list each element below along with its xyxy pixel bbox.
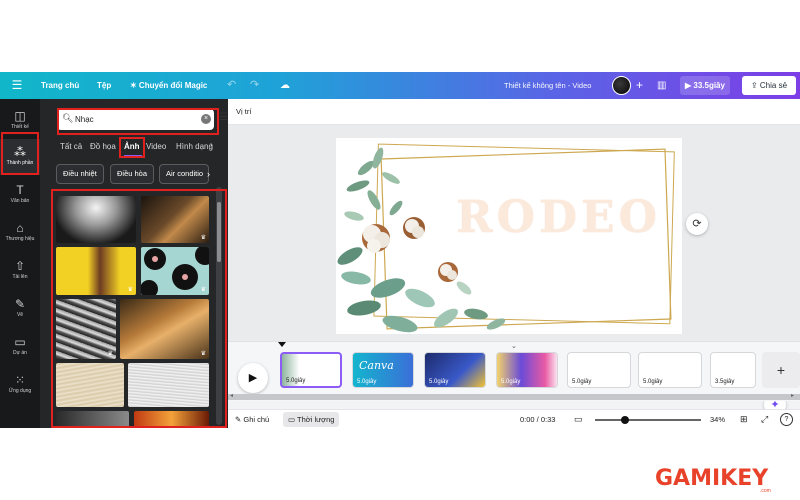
- bottom-bar: ✎ Ghi chú ▭ Thời lượng 0:00 / 0:33 ▭ 34%…: [228, 409, 800, 428]
- timeline-scrollbar[interactable]: ◂ ▸: [228, 392, 800, 400]
- insights-icon[interactable]: ▥: [657, 72, 666, 99]
- rail-label: Dự án: [13, 350, 27, 356]
- page-duration: 5.0giây: [429, 379, 449, 385]
- rail-item-apps[interactable]: ⁙ Ứng dụng: [0, 367, 40, 403]
- rail-label: Tải lên: [12, 274, 28, 280]
- chip-suggestion-3[interactable]: Air conditio: [159, 164, 209, 184]
- rail-item-draw[interactable]: ✎ Vẽ: [0, 291, 40, 327]
- timeline-page-4[interactable]: 5.0giây: [496, 352, 558, 388]
- chip-suggestion-1[interactable]: Điều nhiệt: [56, 164, 104, 184]
- refresh-icon[interactable]: ⟳: [686, 213, 708, 235]
- rail-label: Thương hiệu: [5, 236, 35, 242]
- timeline-page-5[interactable]: 5.0giây: [567, 352, 631, 388]
- scroll-left-icon[interactable]: ◂: [230, 392, 233, 399]
- gamikey-logo: GAMIKEY: [655, 466, 769, 491]
- filter-icon[interactable]: ☰: [219, 112, 228, 123]
- hamburger-icon[interactable]: ☰: [10, 72, 24, 99]
- share-button[interactable]: ⇪ Chia sẻ: [742, 76, 796, 95]
- editor-window: ☰ Trang chủ Tệp ✶ Chuyển đổi Magic ↶ ↷ ☁…: [0, 72, 800, 428]
- timeline: ⌄ ▶ 5.0giây Canva 5.0giây 5.0giây 5.0giâ…: [228, 341, 800, 401]
- gamikey-logo-domain: .com: [760, 488, 771, 494]
- thumb-canva-text: Canva: [359, 359, 394, 372]
- share-label: Chia sẻ: [759, 81, 788, 90]
- highlight-box-results: [51, 189, 227, 428]
- highlight-box-elements: [1, 132, 39, 175]
- home-link[interactable]: Trang chủ: [41, 72, 79, 99]
- chevron-right-icon[interactable]: ›: [207, 169, 210, 179]
- top-bar: ☰ Trang chủ Tệp ✶ Chuyển đổi Magic ↶ ↷ ☁…: [0, 72, 800, 99]
- canvas-stage: RODEO: [228, 125, 800, 341]
- timeline-page-7[interactable]: 3.5giây: [710, 352, 756, 388]
- page-duration: 5.0giây: [572, 379, 592, 385]
- highlight-box-search: [57, 108, 219, 135]
- upload-icon: ⇧: [14, 259, 26, 273]
- scroll-right-icon[interactable]: ▸: [791, 392, 794, 399]
- highlight-box-tab: [119, 137, 145, 158]
- magic-switch-button[interactable]: ✶ Chuyển đổi Magic: [130, 72, 207, 99]
- notes-label: Ghi chú: [243, 415, 270, 424]
- rail-label: Vẽ: [16, 312, 24, 318]
- tab-videos[interactable]: Video: [146, 141, 166, 153]
- chevron-right-icon[interactable]: ›: [210, 140, 213, 149]
- grid-view-icon[interactable]: ⊞: [740, 410, 748, 428]
- page-duration: 5.0giây: [357, 379, 377, 385]
- page-duration: 5.0giây: [286, 378, 306, 384]
- rail-item-projects[interactable]: ▭ Dự án: [0, 329, 40, 365]
- timeline-page-6[interactable]: 5.0giây: [638, 352, 702, 388]
- page-duration: 5.0giây: [643, 379, 663, 385]
- apps-icon: ⁙: [14, 373, 26, 387]
- duration-button[interactable]: ▭ Thời lượng: [283, 412, 340, 427]
- zoom-slider[interactable]: [595, 419, 701, 421]
- draw-icon: ✎: [14, 297, 26, 311]
- rail-label: Văn bản: [10, 198, 30, 204]
- folder-icon: ▭: [14, 335, 26, 349]
- text-icon: T: [16, 183, 24, 197]
- play-button[interactable]: ▶: [238, 363, 268, 393]
- page-duration: 5.0giây: [501, 379, 521, 385]
- undo-icon[interactable]: ↶: [227, 72, 236, 99]
- rail-item-text[interactable]: T Văn bản: [0, 177, 40, 213]
- avatar[interactable]: [612, 76, 631, 95]
- notes-button[interactable]: ✎ Ghi chú: [235, 410, 269, 428]
- rail-label: Thiết kế: [11, 124, 29, 130]
- rail-item-uploads[interactable]: ⇧ Tải lên: [0, 253, 40, 289]
- page-duration: 3.5giây: [715, 379, 735, 385]
- position-bar: Vị trí: [228, 99, 800, 125]
- display-mode-icon[interactable]: ▭: [574, 410, 583, 428]
- slide-canvas[interactable]: RODEO: [336, 138, 682, 334]
- brand-icon: ⌂: [16, 221, 24, 235]
- timeline-page-1[interactable]: 5.0giây: [280, 352, 342, 388]
- cloud-save-icon[interactable]: ☁: [280, 72, 290, 99]
- duration-label: Thời lượng: [297, 415, 335, 424]
- fullscreen-icon[interactable]: ⤢: [761, 410, 768, 428]
- tab-graphics[interactable]: Đồ họa: [90, 141, 116, 153]
- redo-icon[interactable]: ↷: [250, 72, 259, 99]
- playhead[interactable]: [278, 342, 286, 347]
- playback-time: 0:00 / 0:33: [520, 415, 556, 424]
- present-button[interactable]: ▶ 33.5giây: [680, 76, 730, 95]
- layout-icon: ◫: [14, 109, 26, 123]
- timeline-page-2[interactable]: Canva 5.0giây: [352, 352, 414, 388]
- timeline-page-3[interactable]: 5.0giây: [424, 352, 486, 388]
- slide-heading-text[interactable]: RODEO: [456, 192, 661, 243]
- chevron-down-icon[interactable]: ⌄: [511, 342, 517, 350]
- chip-suggestion-2[interactable]: Điều hòa: [110, 164, 155, 184]
- zoom-slider-handle[interactable]: [620, 416, 629, 424]
- add-page-button[interactable]: +: [762, 352, 800, 388]
- add-collaborator-button[interactable]: +: [636, 72, 643, 99]
- tab-all[interactable]: Tất cả: [60, 141, 82, 153]
- position-button[interactable]: Vị trí: [236, 99, 251, 125]
- zoom-level[interactable]: 34%: [710, 410, 725, 428]
- file-menu[interactable]: Tệp: [97, 72, 111, 99]
- rail-item-brand[interactable]: ⌂ Thương hiệu: [0, 215, 40, 251]
- document-title[interactable]: Thiết kế không tên - Video: [504, 72, 591, 99]
- help-button[interactable]: ?: [780, 413, 793, 426]
- rail-label: Ứng dụng: [8, 388, 32, 394]
- tab-shapes[interactable]: Hình dạng: [176, 141, 213, 153]
